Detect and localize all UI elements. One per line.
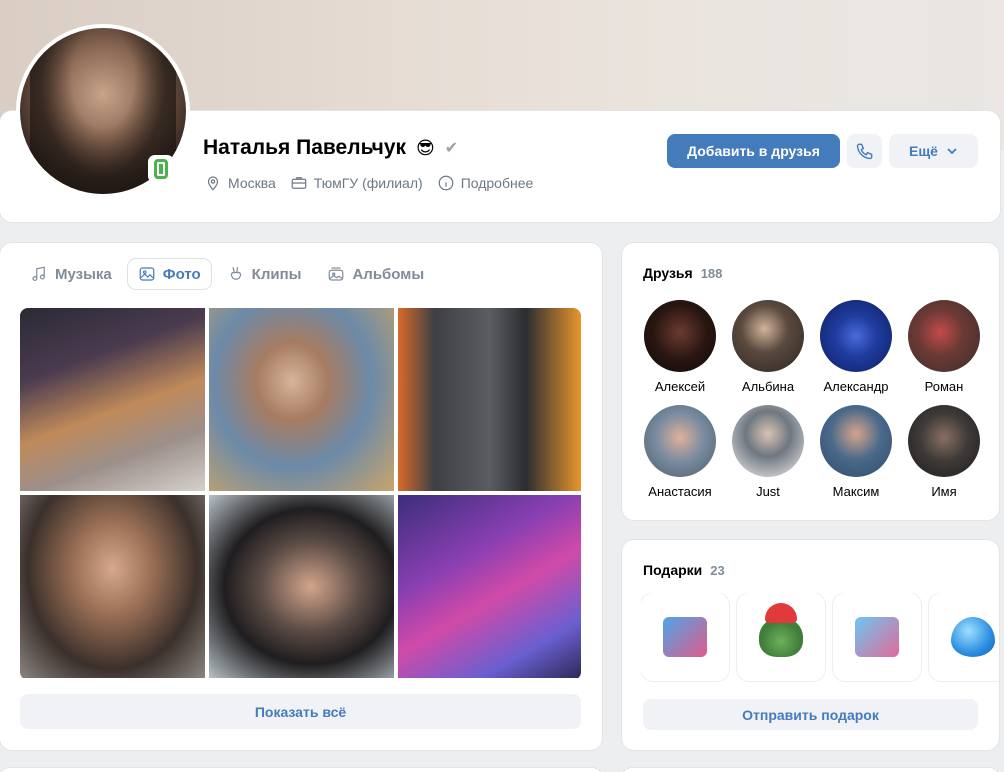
photo-thumbnail[interactable]	[209, 495, 394, 678]
friend-name: Александр	[823, 379, 889, 394]
friend-avatar	[732, 300, 804, 372]
friends-header[interactable]: Друзья 188	[643, 265, 722, 281]
chevron-down-icon	[947, 148, 957, 155]
friend-name: Алексей	[654, 379, 706, 394]
gift-item[interactable]	[737, 593, 825, 681]
friend-avatar	[908, 405, 980, 477]
add-friend-button[interactable]: Добавить в друзья	[667, 134, 840, 168]
call-button[interactable]	[847, 134, 882, 168]
gifts-row	[641, 593, 999, 683]
friend-avatar	[820, 405, 892, 477]
photo-thumbnail[interactable]	[398, 308, 581, 491]
friend-item[interactable]: Анастасия	[636, 405, 724, 499]
friend-name: Just	[756, 484, 780, 499]
profile-name-row: Наталья Павельчук 😎 ✔	[203, 136, 458, 160]
photo-thumbnail[interactable]	[20, 308, 205, 491]
photo-thumbnail[interactable]	[209, 308, 394, 491]
friends-count: 188	[700, 266, 723, 281]
profile-info-row: Москва ТюмГУ (филиал) Подробнее	[204, 174, 533, 192]
friend-avatar	[644, 405, 716, 477]
gift-item[interactable]	[833, 593, 921, 681]
friend-name: Максим	[832, 484, 880, 499]
friend-item[interactable]: Максим	[812, 405, 900, 499]
gifts-card: Подарки 23 Отправить подарок	[622, 540, 999, 750]
phone-icon	[856, 143, 872, 160]
friend-name: Имя	[931, 484, 957, 499]
friends-grid: Алексей Альбина Александр Роман Анастаси…	[636, 300, 988, 499]
gifts-title: Подарки	[643, 562, 703, 578]
tab-photo[interactable]: Фото	[128, 259, 211, 289]
photo-icon	[139, 267, 155, 281]
music-icon	[32, 266, 45, 281]
profile-city: Москва	[204, 174, 276, 192]
gift-item[interactable]	[929, 593, 999, 681]
briefcase-icon	[291, 177, 307, 189]
friend-item[interactable]: Just	[724, 405, 812, 499]
gift-item[interactable]	[641, 593, 729, 681]
photo-thumbnail[interactable]	[398, 495, 581, 678]
friend-item[interactable]: Альбина	[724, 300, 812, 394]
gift-snake-icon	[759, 603, 803, 657]
profile-education: ТюмГУ (филиал)	[290, 174, 423, 192]
info-icon	[438, 175, 454, 191]
media-tabs: Музыка Фото Клипы Альбомы	[20, 259, 434, 289]
friend-avatar	[820, 300, 892, 372]
location-pin-icon	[207, 176, 219, 191]
friend-item[interactable]: Александр	[812, 300, 900, 394]
photo-thumbnail[interactable]	[20, 495, 205, 678]
photo-grid	[20, 308, 581, 680]
media-card: Музыка Фото Клипы Альбомы Показать всё	[0, 243, 602, 750]
friend-avatar	[732, 405, 804, 477]
friend-name: Роман	[924, 379, 964, 394]
verified-icon: ✔	[444, 140, 459, 157]
status-emoji[interactable]: 😎	[416, 138, 435, 159]
next-card-right	[622, 768, 999, 772]
friend-avatar	[644, 300, 716, 372]
friends-card: Друзья 188 Алексей Альбина Александр Ром…	[622, 243, 999, 520]
friend-item[interactable]: Имя	[900, 405, 988, 499]
tab-clips[interactable]: Клипы	[217, 259, 312, 289]
albums-icon	[329, 267, 344, 281]
gift-box-icon	[855, 617, 899, 657]
profile-details-link[interactable]: Подробнее	[437, 174, 533, 192]
more-button[interactable]: Ещё	[889, 134, 978, 168]
show-all-photos-button[interactable]: Показать всё	[20, 694, 581, 729]
tab-albums[interactable]: Альбомы	[317, 259, 434, 289]
tab-music[interactable]: Музыка	[20, 259, 122, 289]
mobile-online-icon	[148, 155, 174, 183]
friend-item[interactable]: Роман	[900, 300, 988, 394]
friend-avatar	[908, 300, 980, 372]
gifts-count: 23	[710, 563, 725, 578]
clips-icon	[230, 267, 241, 280]
profile-name: Наталья Павельчук	[203, 136, 407, 159]
friend-item[interactable]: Алексей	[636, 300, 724, 394]
friends-title: Друзья	[643, 265, 693, 281]
friend-name: Анастасия	[648, 484, 712, 499]
gift-box-icon	[663, 617, 707, 657]
next-card-left	[0, 768, 602, 772]
gifts-header[interactable]: Подарки 23	[643, 562, 725, 578]
friend-name: Альбина	[741, 379, 795, 394]
send-gift-button[interactable]: Отправить подарок	[643, 699, 978, 730]
gift-heart-icon	[951, 617, 995, 657]
